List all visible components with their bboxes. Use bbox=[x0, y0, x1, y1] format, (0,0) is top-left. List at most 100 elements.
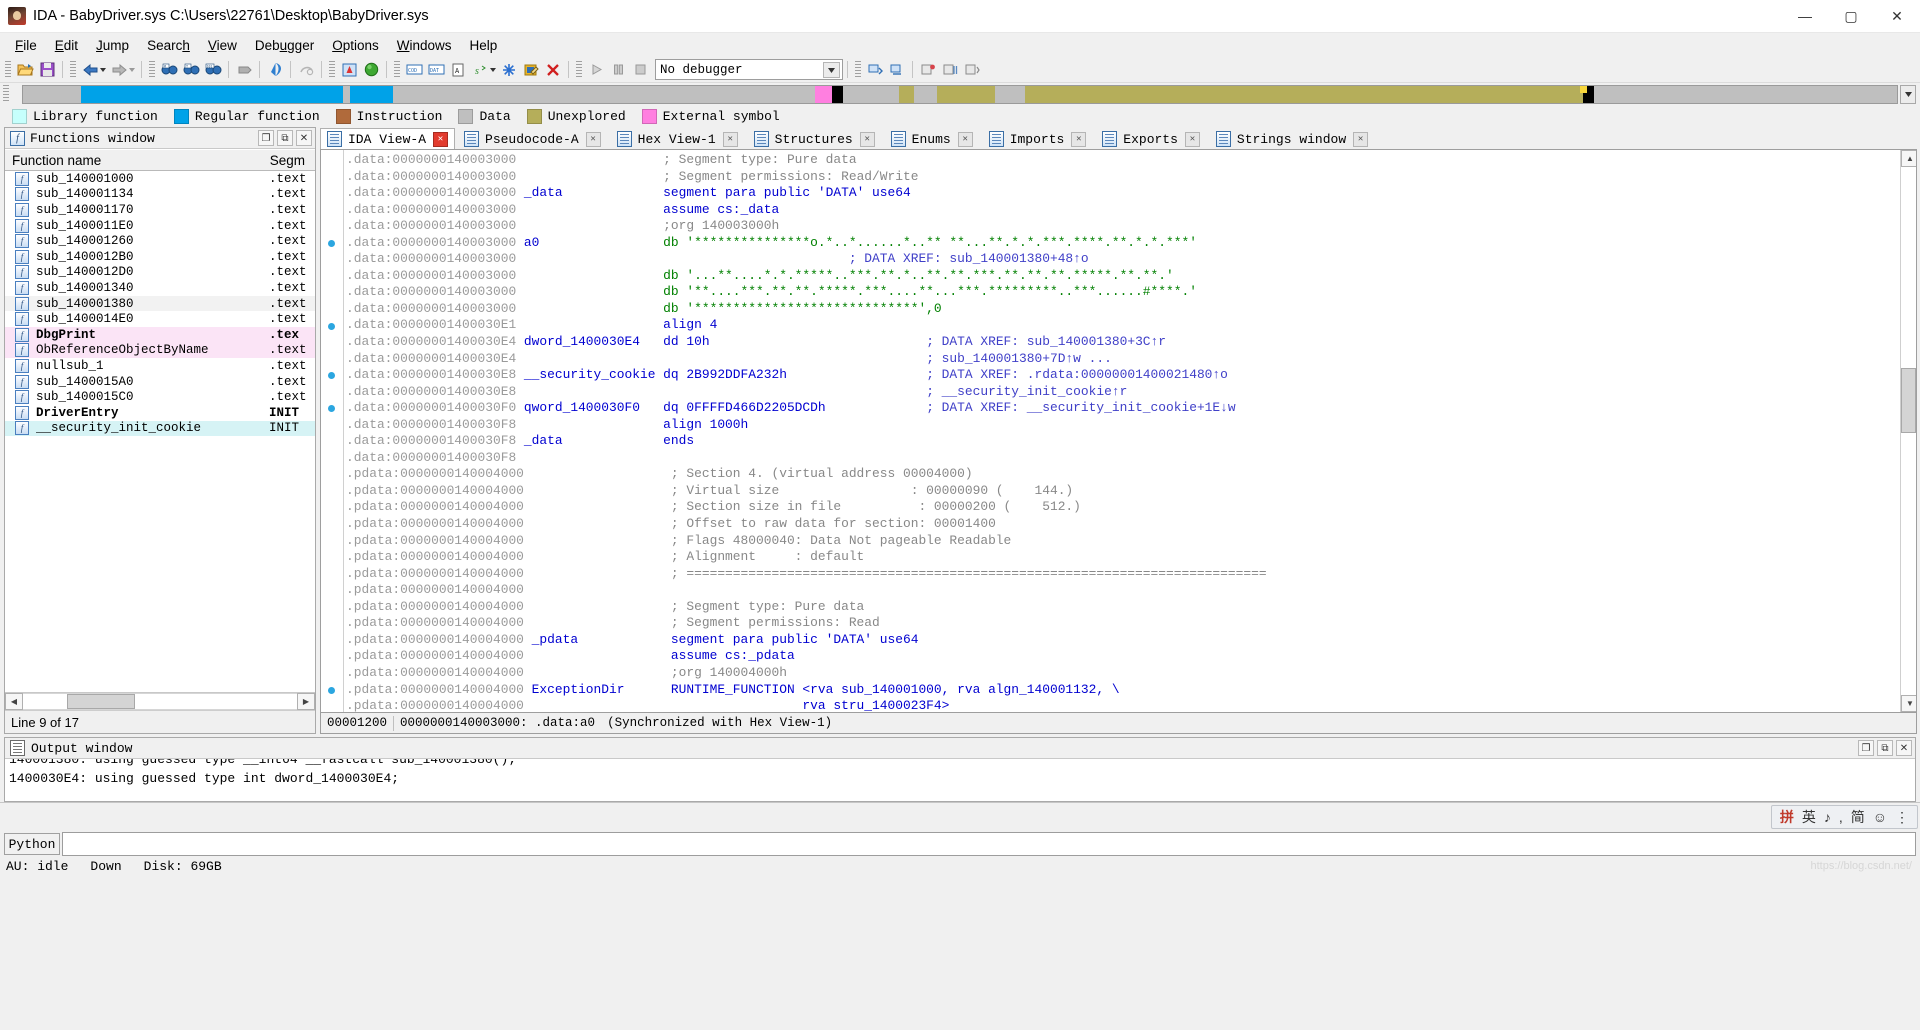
function-list-row[interactable]: f sub_140001170 .text bbox=[5, 202, 315, 218]
disassembly-line[interactable]: .data:00000001400030E8 __security_cookie… bbox=[344, 367, 1900, 384]
restore-icon[interactable]: ❐ bbox=[258, 130, 274, 146]
menu-search[interactable]: Search bbox=[138, 35, 199, 56]
disassembly-line[interactable]: .data:0000000140003000 a0 db '**********… bbox=[344, 235, 1900, 252]
moon-icon[interactable] bbox=[265, 60, 285, 80]
vscroll-down-button[interactable]: ▼ bbox=[1901, 695, 1916, 712]
tab-strings-window[interactable]: Strings window ✕ bbox=[1208, 128, 1376, 149]
menu-options[interactable]: Options bbox=[323, 35, 388, 56]
search-text-icon[interactable]: T bbox=[181, 60, 201, 80]
search-next-icon[interactable]: 101 bbox=[203, 60, 223, 80]
disassembly-code[interactable]: .data:0000000140003000 ; Segment type: P… bbox=[344, 150, 1900, 712]
menu-view[interactable]: View bbox=[199, 35, 246, 56]
function-list-row[interactable]: f sub_1400015A0 .text bbox=[5, 374, 315, 390]
disassembly-line[interactable]: .pdata:0000000140004000 ; Offset to raw … bbox=[344, 516, 1900, 533]
code-icon[interactable]: COD bbox=[404, 60, 424, 80]
run-icon[interactable] bbox=[586, 60, 606, 80]
disassembly-line[interactable]: .data:0000000140003000 db '...**....*.*.… bbox=[344, 268, 1900, 285]
struct-dropdown-caret-icon[interactable] bbox=[490, 67, 496, 72]
disassembly-line[interactable]: .data:00000001400030E4 dword_1400030E4 d… bbox=[344, 334, 1900, 351]
maximize-button[interactable]: ▢ bbox=[1828, 0, 1874, 32]
forward-arrow-icon[interactable] bbox=[109, 60, 129, 80]
vscroll-up-button[interactable]: ▲ bbox=[1901, 150, 1916, 167]
stop-icon[interactable] bbox=[630, 60, 650, 80]
python-input[interactable] bbox=[62, 832, 1916, 856]
ime-item[interactable]: , bbox=[1839, 809, 1843, 825]
struct-icon[interactable]: s bbox=[470, 60, 490, 80]
step-over-icon[interactable] bbox=[887, 60, 907, 80]
disassembly-line[interactable]: .data:0000000140003000 assume cs:_data bbox=[344, 202, 1900, 219]
disassembly-line[interactable]: .pdata:0000000140004000 _pdata segment p… bbox=[344, 632, 1900, 649]
tab-hex-view-1[interactable]: Hex View-1 ✕ bbox=[609, 128, 745, 149]
function-list-row[interactable]: f ObReferenceObjectByName .text bbox=[5, 342, 315, 359]
function-list-row[interactable]: f sub_1400012D0 .text bbox=[5, 265, 315, 281]
output-float-icon[interactable]: ⧉ bbox=[1877, 740, 1893, 756]
disassembly-line[interactable]: .pdata:0000000140004000 bbox=[344, 582, 1900, 599]
tab-pseudocode-a[interactable]: Pseudocode-A ✕ bbox=[457, 128, 608, 149]
disassembly-vscrollbar[interactable]: ▲ ▼ bbox=[1900, 150, 1916, 712]
tab-enums[interactable]: Enums ✕ bbox=[883, 128, 980, 149]
disassembly-line[interactable]: .data:00000001400030E4 ; sub_140001380+7… bbox=[344, 351, 1900, 368]
disassembly-line[interactable]: .data:0000000140003000 ;org 140003000h bbox=[344, 218, 1900, 235]
toolbar-grip-3[interactable] bbox=[149, 60, 155, 79]
disassembly-line[interactable]: .pdata:0000000140004000 ; Virtual size :… bbox=[344, 483, 1900, 500]
function-list-row[interactable]: f sub_140001260 .text bbox=[5, 233, 315, 249]
scroll-left-button[interactable]: ◀ bbox=[5, 693, 23, 710]
chevron-down-icon[interactable] bbox=[823, 62, 840, 78]
tab-close-icon[interactable]: ✕ bbox=[1353, 131, 1369, 147]
disassembly-line[interactable]: .pdata:0000000140004000 rva stru_1400023… bbox=[344, 698, 1900, 712]
function-list-row[interactable]: f sub_1400012B0 .text bbox=[5, 249, 315, 265]
function-list-row[interactable]: f sub_1400014E0 .text bbox=[5, 311, 315, 327]
ime-item[interactable]: 拼 bbox=[1780, 807, 1794, 827]
disassembly-line[interactable]: .data:0000000140003000 ; DATA XREF: sub_… bbox=[344, 251, 1900, 268]
toolbar-grip-5[interactable] bbox=[394, 60, 400, 79]
undo-grey-icon[interactable] bbox=[296, 60, 316, 80]
disassembly-line[interactable]: .data:00000001400030F8 bbox=[344, 450, 1900, 467]
green-circle-icon[interactable] bbox=[361, 60, 381, 80]
vscroll-thumb[interactable] bbox=[1901, 367, 1916, 433]
disassembly-line[interactable]: .pdata:0000000140004000 ; Segment type: … bbox=[344, 599, 1900, 616]
vscroll-track[interactable] bbox=[1901, 167, 1916, 695]
tab-close-icon[interactable]: ✕ bbox=[1071, 131, 1087, 147]
watch-icon[interactable] bbox=[940, 60, 960, 80]
column-header-function-name[interactable]: Function name bbox=[5, 153, 101, 168]
delete-red-icon[interactable] bbox=[543, 60, 563, 80]
function-list-row[interactable]: f sub_140001134 .text bbox=[5, 187, 315, 203]
graph-view-icon[interactable] bbox=[339, 60, 359, 80]
disassembly-view[interactable]: .data:0000000140003000 ; Segment type: P… bbox=[320, 149, 1917, 713]
tab-close-icon[interactable]: ✕ bbox=[859, 131, 875, 147]
menu-windows[interactable]: Windows bbox=[388, 35, 461, 56]
disassembly-line[interactable]: .data:00000001400030F8 align 1000h bbox=[344, 417, 1900, 434]
function-list-row[interactable]: f DbgPrint .tex bbox=[5, 326, 315, 343]
toolbar-grip-7[interactable] bbox=[855, 60, 861, 79]
search-grey-icon[interactable] bbox=[234, 60, 254, 80]
disassembly-line[interactable]: .data:00000001400030E8 ; __security_init… bbox=[344, 384, 1900, 401]
pen-icon[interactable] bbox=[521, 60, 541, 80]
disassembly-line[interactable]: .pdata:0000000140004000 ; ==============… bbox=[344, 566, 1900, 583]
disassembly-line[interactable]: .pdata:0000000140004000 ExceptionDir RUN… bbox=[344, 682, 1900, 699]
functions-list[interactable]: f sub_140001000 .text f sub_140001134 .text f s… bbox=[5, 171, 315, 692]
minimize-button[interactable]: — bbox=[1782, 0, 1828, 32]
function-list-row[interactable]: f sub_140001380 .text bbox=[5, 295, 315, 312]
output-restore-icon[interactable]: ❐ bbox=[1858, 740, 1874, 756]
toolbar-grip-2[interactable] bbox=[70, 60, 76, 79]
breakpoint-list-icon[interactable] bbox=[918, 60, 938, 80]
function-list-row[interactable]: f sub_1400011E0 .text bbox=[5, 218, 315, 234]
disassembly-line[interactable]: .data:00000001400030F0 qword_1400030F0 d… bbox=[344, 400, 1900, 417]
disassembly-line[interactable]: .pdata:0000000140004000 assume cs:_pdata bbox=[344, 648, 1900, 665]
function-list-row[interactable]: f DriverEntry INIT bbox=[5, 405, 315, 421]
close-button[interactable]: ✕ bbox=[1874, 0, 1920, 32]
menu-jump[interactable]: Jump bbox=[87, 35, 138, 56]
ime-toolbar[interactable]: 拼英 ♪, 简 ☺ ⋮ bbox=[1770, 805, 1918, 829]
toolbar-grip-4[interactable] bbox=[329, 60, 335, 79]
back-dropdown-caret-icon[interactable] bbox=[100, 67, 106, 72]
ascii-icon[interactable]: A bbox=[448, 60, 468, 80]
function-list-row[interactable]: f sub_1400015C0 .text bbox=[5, 389, 315, 405]
ime-item[interactable]: ⋮ bbox=[1895, 809, 1909, 826]
ime-item[interactable]: ♪ bbox=[1824, 809, 1831, 825]
ime-item[interactable]: ☺ bbox=[1873, 809, 1887, 825]
back-arrow-icon[interactable] bbox=[80, 60, 100, 80]
disassembly-line[interactable]: .data:0000000140003000 db '*************… bbox=[344, 301, 1900, 318]
disassembly-line[interactable]: .pdata:0000000140004000 ; Section 4. (vi… bbox=[344, 466, 1900, 483]
column-header-segment[interactable]: Segm bbox=[263, 153, 315, 168]
tab-close-icon[interactable]: ✕ bbox=[957, 131, 973, 147]
